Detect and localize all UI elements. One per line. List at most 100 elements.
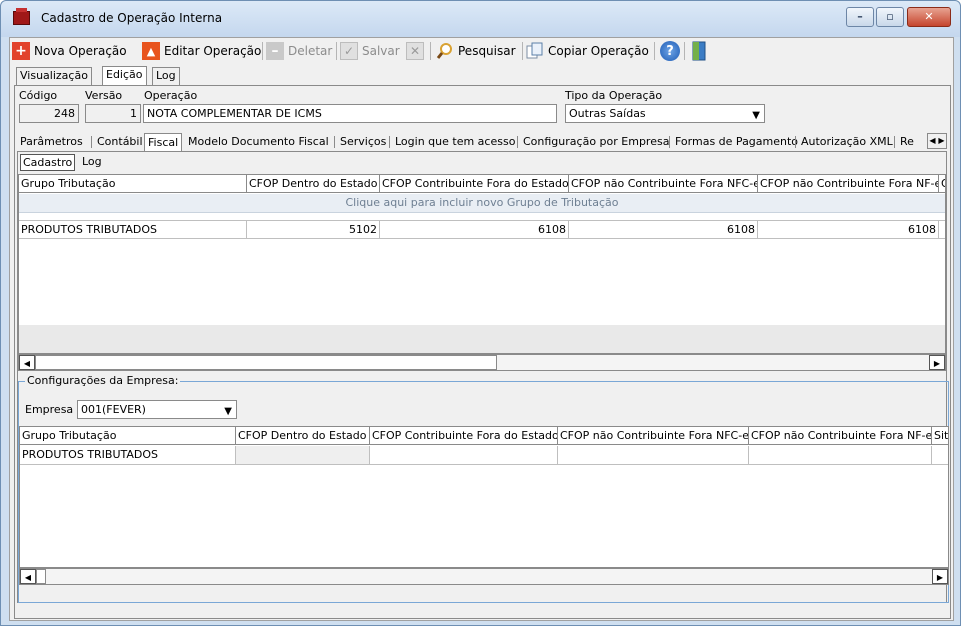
copy-icon — [526, 42, 544, 60]
tab-servicos[interactable]: Serviços — [337, 133, 389, 151]
briefcase-icon — [13, 8, 30, 25]
col-header-grupo[interactable]: Grupo Tributação — [19, 175, 247, 193]
new-operation-label: Nova Operação — [34, 44, 127, 58]
help-icon: ? — [660, 41, 680, 61]
table-cell[interactable]: 6108 — [569, 220, 758, 239]
col-header-cfop-contribuinte-fora[interactable]: CFOP Contribuinte Fora do Estado — [380, 175, 569, 193]
scroll-right-icon[interactable]: ▶ — [932, 569, 948, 584]
scroll-left-icon[interactable]: ◀ — [19, 355, 35, 370]
close-button[interactable]: ✕ — [907, 7, 951, 27]
tab-scroll-arrows[interactable]: ◀ ▶ — [927, 133, 947, 149]
toolbar-separator — [684, 42, 685, 60]
table-cell[interactable] — [370, 446, 558, 465]
table-cell[interactable]: PRODUTOS TRIBUTADOS — [20, 446, 236, 465]
check-icon: ✓ — [340, 42, 358, 60]
col-header-cfop-contribuinte-fora[interactable]: CFOP Contribuinte Fora do Estado — [370, 427, 558, 445]
new-row-hint[interactable]: Clique aqui para incluir novo Grupo de T… — [19, 194, 945, 213]
table-cell[interactable]: PRODUTOS TRIBUTADOS — [19, 220, 247, 239]
toolbar-separator — [336, 42, 337, 60]
magnifier-icon — [436, 42, 454, 60]
tab-divider — [894, 136, 895, 148]
tab-inner-log[interactable]: Log — [80, 154, 104, 171]
scroll-left-icon[interactable]: ◀ — [928, 134, 937, 148]
save-button[interactable]: ✓ Salvar — [340, 41, 400, 61]
col-header-cfop-dentro[interactable]: CFOP Dentro do Estado — [236, 427, 370, 445]
delete-label: Deletar — [288, 44, 333, 58]
grupo-tributacao-grid[interactable]: Grupo Tributação CFOP Dentro do Estado C… — [18, 174, 946, 354]
tab-divider — [389, 136, 390, 148]
cancel-button[interactable]: ✕ — [406, 41, 428, 61]
col-header-sit[interactable]: Sit. — [932, 427, 948, 445]
tab-re[interactable]: Re — [897, 133, 917, 151]
fiscal-panel: Cadastro Log Grupo Tributação CFOP Dentr… — [17, 151, 949, 603]
new-operation-button[interactable]: + Nova Operação — [12, 41, 127, 61]
table-cell[interactable] — [236, 446, 370, 465]
versao-field[interactable]: 1 — [85, 104, 141, 123]
copy-operation-button[interactable]: Copiar Operação — [526, 41, 649, 61]
table-cell[interactable]: 5102 — [247, 220, 380, 239]
tab-login-acesso[interactable]: Login que tem acesso — [392, 133, 518, 151]
copy-operation-label: Copiar Operação — [548, 44, 649, 58]
edit-operation-label: Editar Operação — [164, 44, 262, 58]
minimize-icon: – — [857, 10, 863, 23]
tab-contabil[interactable]: Contábil — [94, 133, 146, 151]
col-header-grupo[interactable]: Grupo Tributação — [20, 427, 236, 445]
tab-parametros[interactable]: Parâmetros — [17, 133, 86, 151]
tab-log[interactable]: Log — [152, 67, 180, 85]
tab-formas-pagamento[interactable]: Formas de Pagamento — [672, 133, 801, 151]
table-cell[interactable] — [749, 446, 932, 465]
table-cell[interactable] — [939, 220, 945, 239]
door-icon — [690, 41, 708, 61]
maximize-button[interactable]: ▫ — [876, 7, 904, 27]
tab-edicao[interactable]: Edição — [102, 66, 147, 86]
table-cell[interactable] — [932, 446, 948, 465]
grid2-hscrollbar[interactable]: ◀ ▶ — [19, 568, 949, 585]
toolbar-separator — [522, 42, 523, 60]
toolbar: + Nova Operação ▲ Editar Operação – Dele… — [10, 38, 953, 64]
col-header-cfop-nao-contribuinte-nfe[interactable]: CFOP não Contribuinte Fora NF-e — [749, 427, 932, 445]
client-area: + Nova Operação ▲ Editar Operação – Dele… — [9, 37, 954, 621]
search-button[interactable]: Pesquisar — [436, 41, 516, 61]
grid1-hscrollbar[interactable]: ◀ ▶ — [18, 354, 946, 371]
tab-autorizacao-xml[interactable]: Autorização XML — [798, 133, 896, 151]
help-button[interactable]: ? — [660, 41, 684, 61]
tab-divider — [669, 136, 670, 148]
tab-divider — [91, 136, 92, 148]
scroll-right-icon[interactable]: ▶ — [929, 355, 945, 370]
scroll-right-icon[interactable]: ▶ — [937, 134, 946, 148]
col-header-cfop-nao-contribuinte-nfce[interactable]: CFOP não Contribuinte Fora NFC-e — [558, 427, 749, 445]
tab-visualizacao[interactable]: Visualização — [16, 67, 92, 85]
title-bar[interactable]: Cadastro de Operação Interna – ▫ ✕ — [1, 1, 960, 37]
tab-cadastro[interactable]: Cadastro — [20, 154, 76, 171]
codigo-field[interactable]: 248 — [19, 104, 79, 123]
col-header-cfop-nao-contribuinte-nfce[interactable]: CFOP não Contribuinte Fora NFC-e — [569, 175, 758, 193]
tipo-operacao-value: Outras Saídas — [569, 107, 646, 120]
grid-footer — [19, 325, 945, 353]
empresa-select[interactable]: 001(FEVER) ▼ — [77, 400, 237, 419]
x-icon: ✕ — [406, 42, 424, 60]
exit-button[interactable] — [690, 41, 712, 61]
operacao-label: Operação — [144, 89, 198, 102]
scroll-left-icon[interactable]: ◀ — [20, 569, 36, 584]
scroll-thumb[interactable] — [35, 355, 497, 370]
delete-button[interactable]: – Deletar — [266, 41, 332, 61]
tab-configuracao-empresa[interactable]: Configuração por Empresa — [520, 133, 672, 151]
empresa-label: Empresa — [25, 403, 74, 416]
table-cell[interactable]: 6108 — [758, 220, 939, 239]
col-header-cfop-nao-contribuinte-nfe[interactable]: CFOP não Contribuinte Fora NF-e — [758, 175, 939, 193]
operacao-field[interactable]: NOTA COMPLEMENTAR DE ICMS — [143, 104, 557, 123]
tipo-operacao-select[interactable]: Outras Saídas ▼ — [565, 104, 765, 123]
table-cell[interactable]: 6108 — [380, 220, 569, 239]
scroll-thumb[interactable] — [36, 569, 46, 584]
empresa-grid[interactable]: Grupo Tributação CFOP Dentro do Estado C… — [19, 426, 949, 568]
plus-icon: + — [12, 42, 30, 60]
tipo-operacao-label: Tipo da Operação — [565, 89, 663, 102]
col-header-cfop-dentro[interactable]: CFOP Dentro do Estado — [247, 175, 380, 193]
minimize-button[interactable]: – — [846, 7, 874, 27]
tab-fiscal[interactable]: Fiscal — [144, 133, 183, 151]
table-cell[interactable] — [558, 446, 749, 465]
col-header-ob[interactable]: Ob — [939, 175, 945, 193]
tab-modelo-documento-fiscal[interactable]: Modelo Documento Fiscal — [185, 133, 332, 151]
chevron-down-icon: ▼ — [752, 110, 760, 121]
edit-operation-button[interactable]: ▲ Editar Operação — [142, 41, 261, 61]
